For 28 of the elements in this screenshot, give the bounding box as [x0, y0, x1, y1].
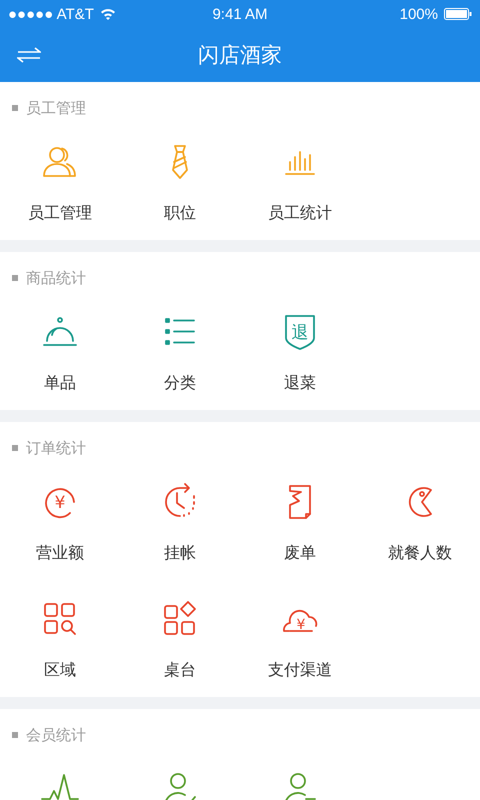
menu-tile[interactable]: 单品: [0, 304, 120, 410]
menu-tile[interactable]: 挂帐: [120, 474, 240, 580]
bullet-icon: [12, 445, 18, 451]
wifi-icon: [100, 8, 116, 20]
bullet-icon: [12, 105, 18, 111]
menu-tile[interactable]: 分类: [120, 304, 240, 410]
menu-tile[interactable]: 员工统计: [240, 134, 360, 240]
page-title: 闪店酒家: [198, 42, 282, 69]
section-title: 员工管理: [26, 98, 86, 118]
clock-time: 9:41 AM: [212, 6, 268, 22]
section-title: 商品统计: [26, 268, 86, 288]
menu-tile[interactable]: 桌台: [120, 591, 240, 697]
swap-arrows-icon: [17, 47, 41, 63]
menu-tile[interactable]: 废单: [240, 474, 360, 580]
menu-tile[interactable]: ¥ 营业额: [0, 474, 120, 580]
section-title: 订单统计: [26, 438, 86, 458]
menu-tile[interactable]: 区域: [0, 591, 120, 697]
menu-tile[interactable]: ¥ 支付渠道: [240, 591, 360, 697]
battery-icon: [444, 8, 472, 20]
menu-tile[interactable]: 员工管理: [0, 134, 120, 240]
section-title: 会员统计: [26, 726, 86, 744]
bullet-icon: [12, 732, 18, 738]
carrier-name: ●●●●● AT&T: [8, 6, 94, 22]
menu-tile[interactable]: 退 退菜: [240, 304, 360, 410]
battery-percent: 100%: [400, 6, 438, 22]
menu-tile[interactable]: 职位: [120, 134, 240, 240]
menu-tile[interactable]: 就餐人数: [360, 474, 480, 580]
bullet-icon: [12, 275, 18, 281]
